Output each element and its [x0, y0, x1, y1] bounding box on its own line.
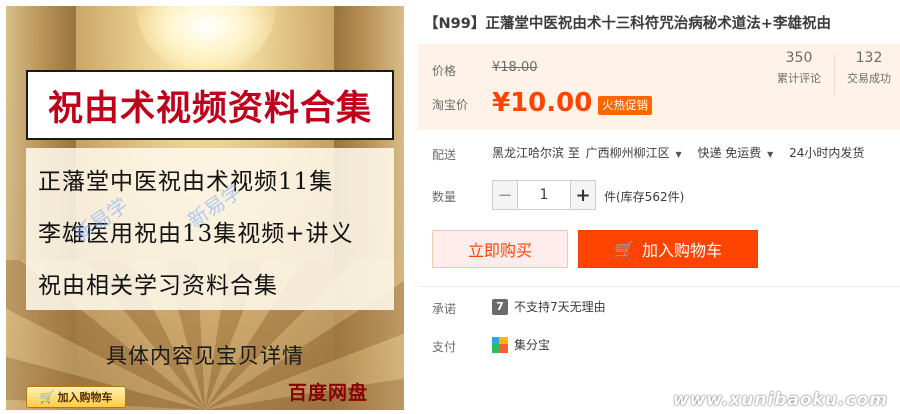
- sales-stat[interactable]: 132 交易成功: [838, 50, 900, 86]
- add-to-cart-button[interactable]: 🛒 加入购物车: [578, 230, 758, 268]
- quantity-stepper: − 1 +: [492, 180, 596, 210]
- add-to-cart-label: 加入购物车: [641, 241, 722, 260]
- shopping-cart-icon: 🛒: [614, 239, 634, 259]
- image-content-line: 正藩堂中医祝由术视频11集: [38, 169, 334, 195]
- original-price-label: 价格: [432, 64, 457, 78]
- image-content-line: 祝由相关学习资料合集: [38, 273, 278, 299]
- current-price: ¥10.00: [492, 88, 593, 118]
- reviews-stat[interactable]: 350 累计评论: [768, 50, 830, 86]
- payment-row: 集分宝: [492, 336, 550, 353]
- promise-row: 7 不支持7天无理由: [492, 298, 606, 315]
- current-price-label: 淘宝价: [432, 98, 469, 112]
- caret-down-icon[interactable]: ▼: [767, 150, 773, 159]
- price-block: 价格 ¥18.00 淘宝价 ¥10.00 火热促销 350 累计评论 132 交…: [418, 44, 900, 130]
- payment-text[interactable]: 集分宝: [514, 336, 550, 353]
- payment-label: 支付: [432, 340, 457, 354]
- image-cart-badge-label: 加入购物车: [57, 391, 113, 404]
- cart-icon: 🛒: [39, 390, 55, 404]
- product-image[interactable]: 祝由术视频资料合集 正藩堂中医祝由术视频11集 李雄医用祝由13集视频+讲义 祝…: [6, 6, 404, 410]
- image-cloud-label: 百度网盘: [288, 382, 369, 404]
- shipping-row: 黑龙江哈尔滨 至 广西柳州柳江区 ▼ 快递 免运费 ▼ 24小时内发货: [492, 144, 866, 161]
- jifenbao-icon: [492, 336, 508, 353]
- image-title-banner: 祝由术视频资料合集: [26, 70, 394, 140]
- quantity-input[interactable]: 1: [518, 180, 570, 210]
- shipping-label: 配送: [432, 148, 457, 162]
- stats-divider: [834, 54, 835, 94]
- product-title: 【N99】正藩堂中医祝由术十三科符咒治病秘术道法+李雄祝由: [424, 16, 831, 32]
- site-watermark: www.xunibaoku.com: [672, 390, 888, 410]
- seven-day-icon: 7: [492, 298, 508, 315]
- reviews-count: 350: [785, 50, 813, 66]
- sales-label: 交易成功: [847, 72, 891, 85]
- shipping-method-select[interactable]: 快递 免运费: [697, 146, 761, 160]
- shipping-from: 黑龙江哈尔滨 至: [492, 146, 580, 160]
- sales-count: 132: [855, 50, 883, 66]
- stock-note: 件(库存562件): [604, 190, 685, 204]
- buy-now-button[interactable]: 立即购买: [432, 230, 568, 268]
- image-detail-note: 具体内容见宝贝详情: [106, 344, 304, 368]
- original-price: ¥18.00: [492, 60, 538, 75]
- divider: [418, 286, 900, 287]
- chandelier-decoration: [136, 6, 276, 72]
- caret-down-icon[interactable]: ▼: [676, 150, 682, 159]
- promise-label: 承诺: [432, 302, 457, 316]
- promise-text[interactable]: 不支持7天无理由: [514, 298, 606, 315]
- image-cart-badge: 🛒 加入购物车: [26, 386, 126, 408]
- stats-box: 350 累计评论 132 交易成功: [768, 50, 900, 98]
- shipping-destination-select[interactable]: 广西柳州柳江区: [586, 146, 670, 160]
- shipping-dispatch: 24小时内发货: [789, 146, 865, 160]
- quantity-increase-button[interactable]: +: [570, 180, 596, 210]
- quantity-decrease-button[interactable]: −: [492, 180, 518, 210]
- quantity-label: 数量: [432, 190, 457, 204]
- promo-badge: 火热促销: [598, 96, 652, 115]
- image-banner-title: 祝由术视频资料合集: [47, 87, 372, 129]
- reviews-label: 累计评论: [777, 72, 821, 85]
